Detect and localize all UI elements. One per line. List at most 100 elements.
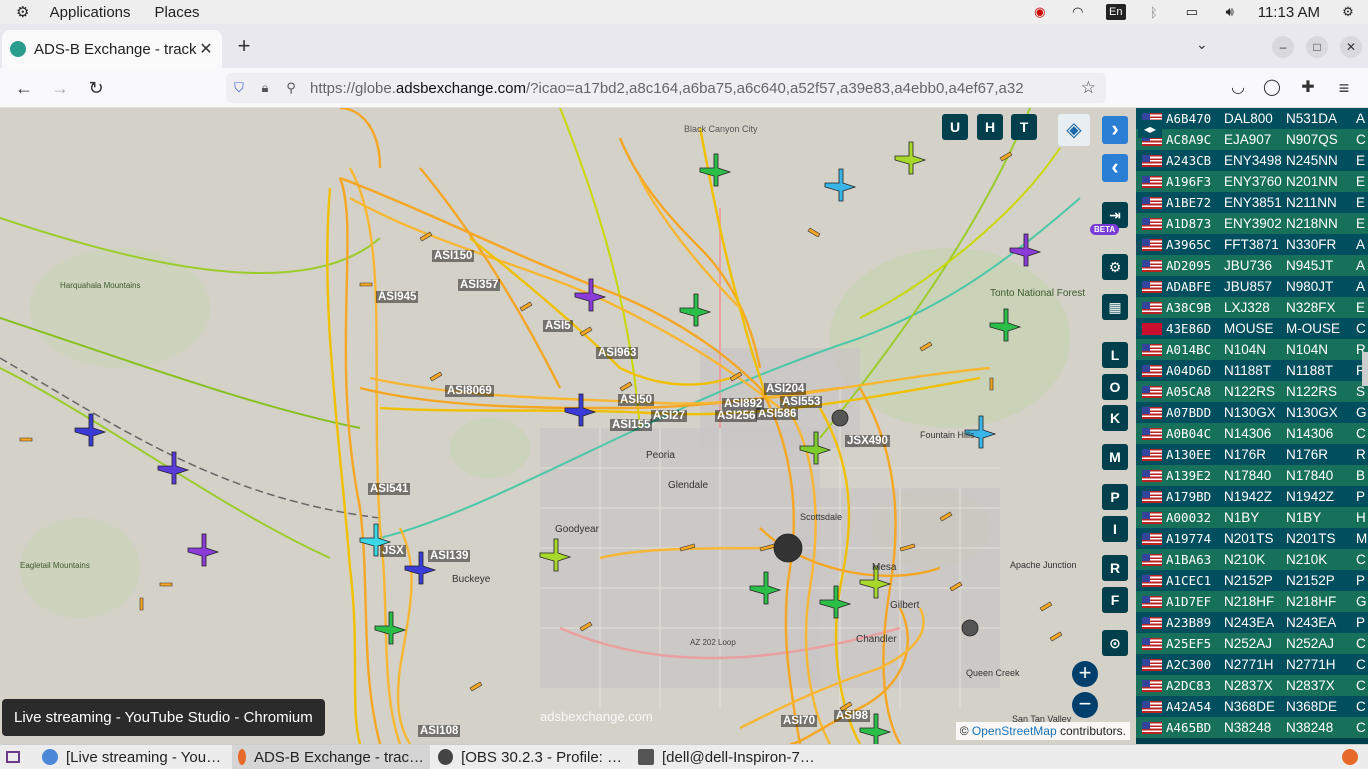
taskbar-item-obs[interactable]: [OBS 30.2.3 - Profile: … [432,745,628,769]
aircraft-label[interactable]: ASI155 [610,419,653,431]
toggle-l-button[interactable]: L [1102,342,1128,368]
input-language-badge[interactable]: En [1105,4,1126,20]
table-row[interactable]: A3965C FFT3871 N330FR A [1136,234,1368,255]
battery-icon[interactable]: ▭ [1182,4,1202,20]
aircraft-label[interactable]: ASI5 [543,320,573,332]
settings-gear-icon[interactable]: ⚙ [1102,254,1128,280]
taskbar-item-firefox[interactable]: ADS-B Exchange - trac… [232,745,430,769]
address-bar[interactable]: ⛉ 🔒︎ ⚲ https://globe.adsbexchange.com/?i… [226,73,1106,103]
openstreetmap-link[interactable]: OpenStreetMap [972,724,1057,738]
toggle-m-button[interactable]: M [1102,444,1128,470]
table-row[interactable]: A00032 N1BY N1BY H [1136,507,1368,528]
toggle-t-button[interactable]: T [1011,114,1037,140]
zoom-out-icon[interactable]: − [1072,692,1098,718]
table-row[interactable]: A0B04C N14306 N14306 C [1136,423,1368,444]
taskbar-item-chromium[interactable]: [Live streaming - You… [36,745,232,769]
bluetooth-icon[interactable]: ᛒ [1144,4,1164,20]
tab-adsb-exchange[interactable]: ADS-B Exchange - track a ✕ [2,30,222,68]
lock-icon[interactable]: 🔒︎ [252,80,278,96]
clock[interactable]: 11:13 AM [1258,4,1320,21]
aircraft-label[interactable]: ASI8069 [445,385,494,397]
aircraft-label[interactable]: ASI541 [368,483,411,495]
toggle-p-button[interactable]: P [1102,484,1128,510]
toggle-o-button[interactable]: O [1102,374,1128,400]
zoom-in-icon[interactable]: + [1072,661,1098,687]
aircraft-label[interactable]: ASI945 [376,291,419,303]
minimize-button[interactable]: – [1272,36,1294,58]
aircraft-label[interactable]: JSX [380,545,406,557]
account-icon[interactable]: ◯ [1260,76,1284,100]
pocket-icon[interactable]: ◡ [1226,76,1250,100]
tracking-protection-shield-icon[interactable]: ⛉ [226,80,252,96]
table-row[interactable]: A1D873 ENY3902 N218NN E [1136,213,1368,234]
new-tab-button[interactable]: + [232,34,256,58]
table-row[interactable]: A2C300 N2771H N2771H C [1136,654,1368,675]
aircraft-label[interactable]: ASI256 [715,410,758,422]
table-row[interactable]: A1CEC1 N2152P N2152P P [1136,570,1368,591]
list-all-tabs-chevron-icon[interactable]: ⌄ [1196,36,1208,53]
aircraft-label[interactable]: ASI553 [780,396,823,408]
aircraft-label[interactable]: ASI204 [764,383,807,395]
toggle-h-button[interactable]: H [977,114,1003,140]
table-row[interactable]: 43E86D MOUSE M-OUSE C [1136,318,1368,339]
volume-icon[interactable]: 🔊︎ [1220,4,1240,20]
places-menu[interactable]: Places [147,4,208,21]
permissions-icon[interactable]: ⚲ [278,80,304,96]
maximize-button[interactable]: □ [1306,36,1328,58]
forward-arrow-icon[interactable]: → [48,76,72,100]
aircraft-label[interactable]: ASI108 [418,725,461,737]
table-row[interactable]: AC8A9C EJA907 N907QS C [1136,129,1368,150]
table-scrollbar[interactable] [1362,352,1368,386]
toggle-r-button[interactable]: R [1102,555,1128,581]
table-row[interactable]: A04D6D N1188T N1188T F [1136,360,1368,381]
wifi-icon[interactable]: ◠ [1068,4,1088,20]
power-gear-icon[interactable]: ⚙ [1338,4,1358,20]
close-window-button[interactable]: ✕ [1340,36,1362,58]
layers-icon[interactable]: ◈ [1058,114,1090,146]
show-desktop-icon[interactable] [0,745,36,769]
table-row[interactable]: A243CB ENY3498 N245NN E [1136,150,1368,171]
aircraft-label[interactable]: ASI150 [432,250,475,262]
table-row[interactable]: A23B89 N243EA N243EA P [1136,612,1368,633]
toggle-k-button[interactable]: K [1102,405,1128,431]
replay-icon[interactable]: ⊙ [1102,630,1128,656]
table-row[interactable]: AD2095 JBU736 N945JT A [1136,255,1368,276]
table-row[interactable]: A196F3 ENY3760 N201NN E [1136,171,1368,192]
aircraft-table-panel[interactable]: A6B470 DAL800 N531DA A AC8A9C EJA907 N907QS C A2… [1136,108,1368,744]
back-arrow-icon[interactable]: ← [12,76,36,100]
table-row[interactable]: A014BC N104N N104N R [1136,339,1368,360]
aircraft-label[interactable]: ASI892 [722,398,765,410]
table-row[interactable]: A465BD N38248 N38248 C [1136,717,1368,738]
hamburger-menu-icon[interactable]: ≡ [1332,76,1356,100]
table-row[interactable]: A1BA63 N210K N210K C [1136,549,1368,570]
table-row[interactable]: A25EF5 N252AJ N252AJ C [1136,633,1368,654]
table-row[interactable]: ADABFE JBU857 N980JT A [1136,276,1368,297]
extensions-puzzle-icon[interactable]: ✚ [1296,76,1320,100]
beta-badge[interactable]: BETA [1090,224,1120,235]
obs-tray-icon[interactable]: ◉ [1030,4,1050,20]
firefox-tray-icon[interactable] [1336,745,1368,769]
table-row[interactable]: A6B470 DAL800 N531DA A [1136,108,1368,129]
table-row[interactable]: A2DC83 N2837X N2837X C [1136,675,1368,696]
reload-icon[interactable]: ↻ [84,76,108,100]
table-row[interactable]: A130EE N176R N176R R [1136,444,1368,465]
toggle-f-button[interactable]: F [1102,587,1128,613]
table-row[interactable]: A139E2 N17840 N17840 B [1136,465,1368,486]
bookmark-star-icon[interactable]: ☆ [1081,78,1096,98]
aircraft-label[interactable]: ASI139 [428,550,471,562]
close-tab-icon[interactable]: ✕ [198,39,214,59]
table-row[interactable]: A179BD N1942Z N1942Z P [1136,486,1368,507]
aircraft-label[interactable]: JSX490 [845,435,890,447]
taskbar-item-terminal[interactable]: [dell@dell-Inspiron-7… [632,745,828,769]
map-canvas[interactable]: Black Canyon City Tonto National Forest … [0,108,1136,744]
panel-resize-arrows-icon[interactable]: ◂▸ [1138,120,1162,138]
aircraft-label[interactable]: ASI963 [596,347,639,359]
table-row[interactable]: A07BDD N130GX N130GX G [1136,402,1368,423]
table-row[interactable]: A1D7EF N218HF N218HF G [1136,591,1368,612]
aircraft-label[interactable]: ASI27 [651,410,687,422]
toggle-i-button[interactable]: I [1102,516,1128,542]
table-view-icon[interactable]: ▦ [1102,294,1128,320]
table-row[interactable]: A1BE72 ENY3851 N211NN E [1136,192,1368,213]
table-row[interactable]: A05CA8 N122RS N122RS S [1136,381,1368,402]
table-row[interactable]: A38C9B LXJ328 N328FX E [1136,297,1368,318]
